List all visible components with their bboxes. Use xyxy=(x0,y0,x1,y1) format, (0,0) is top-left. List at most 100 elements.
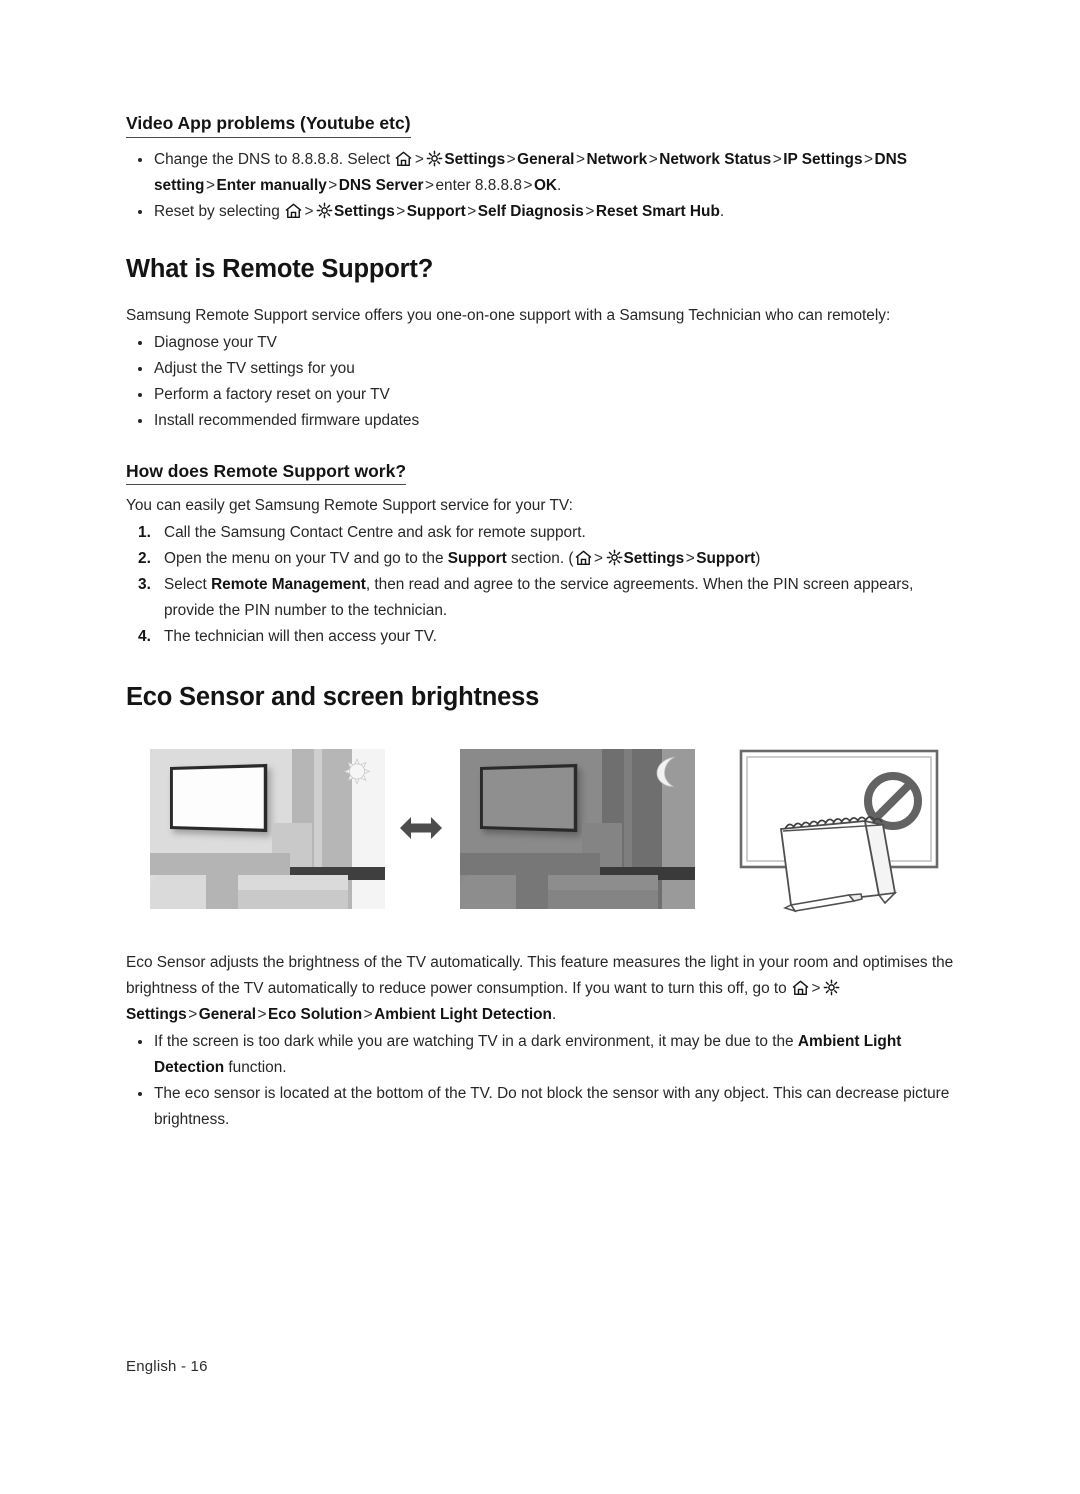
emphasis-text: Network Status xyxy=(659,150,772,168)
emphasis-text: Eco Solution xyxy=(268,1006,363,1023)
gear-icon xyxy=(823,979,840,996)
video-app-heading: Video App problems (Youtube etc) xyxy=(126,112,411,138)
gear-icon xyxy=(606,549,623,566)
list-item: If the screen is too dark while you are … xyxy=(126,1029,966,1081)
home-icon xyxy=(575,550,592,566)
breadcrumb-separator: > xyxy=(585,202,595,220)
eco-sensor-figure-row xyxy=(150,749,970,929)
breadcrumb-separator: > xyxy=(414,150,424,168)
breadcrumb-separator: > xyxy=(363,1006,373,1023)
page-content: Video App problems (Youtube etc) Change … xyxy=(126,112,964,714)
body-text: Reset by selecting xyxy=(154,202,285,220)
breadcrumb-separator: > xyxy=(205,176,215,194)
home-icon xyxy=(285,203,302,219)
remote-support-sub-intro: You can easily get Samsung Remote Suppor… xyxy=(126,497,573,515)
home-icon xyxy=(792,980,809,996)
body-text: function. xyxy=(224,1059,287,1076)
remote-support-steps: Call the Samsung Contact Centre and ask … xyxy=(126,520,964,650)
coffee-table-side xyxy=(238,890,348,909)
emphasis-text: Reset Smart Hub xyxy=(595,202,720,220)
breadcrumb-separator: > xyxy=(523,176,533,194)
breadcrumb-separator: > xyxy=(188,1006,198,1023)
breadcrumb-separator: > xyxy=(811,980,821,997)
breadcrumb-separator: > xyxy=(772,150,782,168)
list-item: Select Remote Management, then read and … xyxy=(126,572,964,624)
emphasis-text: Support xyxy=(696,550,756,568)
body-text: The technician will then access your TV. xyxy=(164,628,437,646)
body-text: enter 8.8.8.8 xyxy=(435,176,522,194)
breadcrumb-separator: > xyxy=(864,150,874,168)
list-item: Call the Samsung Contact Centre and ask … xyxy=(126,520,964,546)
page-footer: English - 16 xyxy=(126,1358,208,1375)
emphasis-text: Support xyxy=(406,202,466,220)
sun-icon xyxy=(339,757,375,798)
section-video-app: Video App problems (Youtube etc) Change … xyxy=(126,112,964,225)
gear-icon xyxy=(316,202,333,219)
wall-mounted-tv xyxy=(170,763,268,833)
list-item: The technician will then access your TV. xyxy=(126,624,964,650)
list-item: Change the DNS to 8.8.8.8. Select > Setti… xyxy=(126,147,964,199)
section-eco-sensor: Eco Sensor and screen brightness xyxy=(126,682,964,714)
breadcrumb-separator: > xyxy=(467,202,477,220)
moon-icon xyxy=(651,755,681,794)
body-text: Select xyxy=(164,576,212,594)
breadcrumb-separator: > xyxy=(257,1006,267,1023)
body-text: Call the Samsung Contact Centre and ask … xyxy=(164,524,586,542)
emphasis-text: Self Diagnosis xyxy=(477,202,584,220)
eco-sensor-heading: Eco Sensor and screen brightness xyxy=(126,683,540,712)
list-item: Perform a factory reset on your TV xyxy=(126,382,964,408)
section-remote-support: What is Remote Support? Samsung Remote S… xyxy=(126,254,964,650)
emphasis-text: Settings xyxy=(334,202,395,220)
dark-room-illustration xyxy=(460,749,695,909)
eco-sensor-body: Eco Sensor adjusts the brightness of the… xyxy=(126,950,966,1133)
remote-support-intro: Samsung Remote Support service offers yo… xyxy=(126,306,891,324)
emphasis-text: Settings xyxy=(623,550,685,568)
breadcrumb-separator: > xyxy=(648,150,658,168)
list-item: Diagnose your TV xyxy=(126,330,964,356)
body-text: Change the DNS to 8.8.8.8. Select xyxy=(154,150,395,168)
home-icon xyxy=(395,151,412,167)
breadcrumb-separator: > xyxy=(396,202,406,220)
list-item: Reset by selecting > Settings>Support>Sel… xyxy=(126,199,964,225)
blocked-sensor-illustration xyxy=(733,745,973,925)
body-text: . xyxy=(719,202,725,220)
body-text: The eco sensor is located at the bottom … xyxy=(154,1085,950,1128)
emphasis-text: Remote Management xyxy=(211,576,366,594)
emphasis-text: OK xyxy=(533,176,558,194)
video-app-bullet-list: Change the DNS to 8.8.8.8. Select > Setti… xyxy=(126,147,964,225)
remote-support-subheading: How does Remote Support work? xyxy=(126,460,407,486)
emphasis-text: Settings xyxy=(126,1006,187,1023)
document-page: Video App problems (Youtube etc) Change … xyxy=(0,0,1080,1494)
emphasis-text: Support xyxy=(447,550,507,568)
breadcrumb-separator: > xyxy=(685,550,695,568)
list-item: Install recommended firmware updates xyxy=(126,408,964,434)
emphasis-text: Network xyxy=(586,150,648,168)
body-text: . xyxy=(551,1006,557,1023)
breadcrumb-separator: > xyxy=(304,202,314,220)
breadcrumb-separator: > xyxy=(575,150,585,168)
body-text: Open the menu on your TV and go to the xyxy=(164,550,448,568)
emphasis-text: Ambient Light Detection xyxy=(374,1006,552,1023)
body-text: . xyxy=(557,176,562,194)
emphasis-text: Settings xyxy=(444,150,506,168)
body-text: If the screen is too dark while you are … xyxy=(154,1033,798,1050)
breadcrumb-separator: > xyxy=(594,550,603,568)
emphasis-text: IP Settings xyxy=(783,150,863,168)
breadcrumb-separator: > xyxy=(506,150,516,168)
remote-support-bullet-list: Diagnose your TV Adjust the TV settings … xyxy=(126,330,964,434)
coffee-table-side xyxy=(548,890,658,909)
breadcrumb-separator: > xyxy=(425,176,434,194)
body-text: section. ( xyxy=(506,550,574,568)
emphasis-text: DNS Server xyxy=(338,176,424,194)
emphasis-text: Enter manually xyxy=(216,176,327,194)
gear-icon xyxy=(426,150,443,167)
double-arrow-icon xyxy=(398,813,444,848)
eco-sensor-paragraph: Eco Sensor adjusts the brightness of the… xyxy=(126,950,966,1028)
bright-room-illustration xyxy=(150,749,385,909)
list-item: Open the menu on your TV and go to the S… xyxy=(126,546,964,572)
body-text: ) xyxy=(755,550,761,568)
list-item: Adjust the TV settings for you xyxy=(126,356,964,382)
wall-mounted-tv xyxy=(480,763,578,833)
list-item: The eco sensor is located at the bottom … xyxy=(126,1081,966,1133)
emphasis-text: General xyxy=(517,150,575,168)
